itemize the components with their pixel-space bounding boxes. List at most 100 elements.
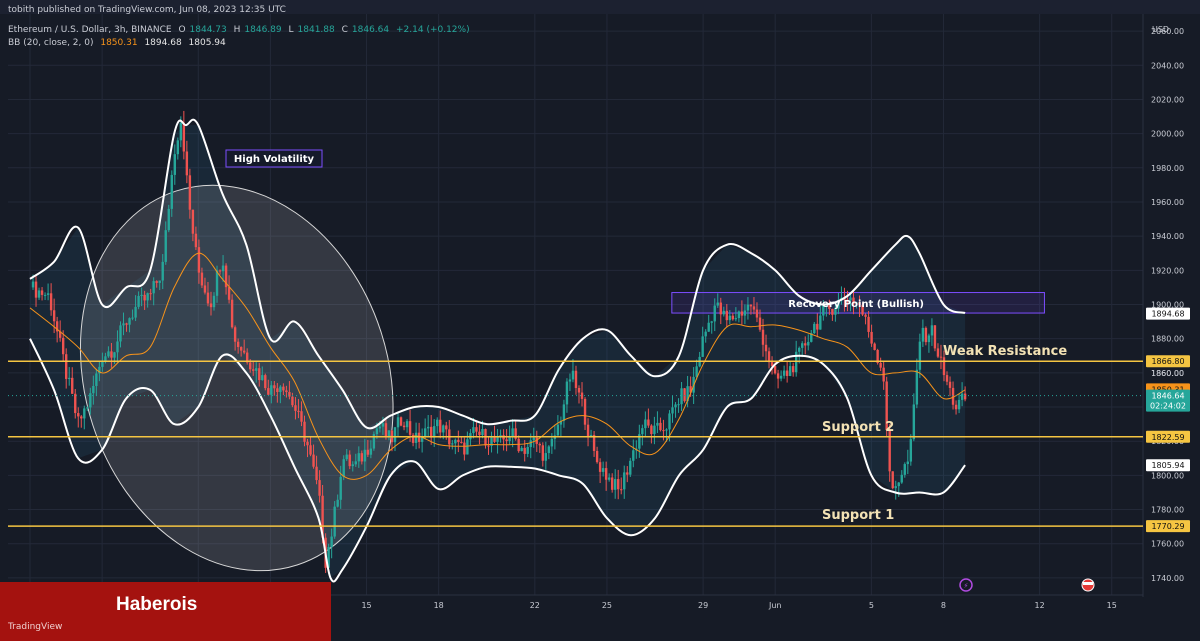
price-tag-lower: 1805.94 xyxy=(1146,459,1190,472)
x-tick-label: 15 xyxy=(1107,601,1117,610)
candle-body xyxy=(140,294,143,296)
candle-body xyxy=(547,446,551,454)
candle-body xyxy=(677,404,680,406)
candle-body xyxy=(439,419,442,433)
candle-body xyxy=(565,381,569,405)
price-tag-label: 1860.00 xyxy=(1151,369,1184,378)
candle-body xyxy=(626,472,629,475)
candle-body xyxy=(252,369,255,371)
candle-body xyxy=(610,477,614,490)
candle-body xyxy=(719,302,722,315)
candle-body xyxy=(83,408,86,419)
candle-body xyxy=(758,317,762,330)
candle-body xyxy=(457,439,460,443)
candle-body xyxy=(64,354,68,379)
candle-body xyxy=(80,416,83,419)
recovery-point-label: Recovery Point (Bullish) xyxy=(788,299,924,310)
x-tick-label: 5 xyxy=(869,601,874,610)
candle-body xyxy=(550,438,554,447)
candle-body xyxy=(623,472,626,490)
support-1-label: Support 1 xyxy=(822,508,894,523)
candle-body xyxy=(629,460,632,475)
symbol-line: Ethereum / U.S. Dollar, 3h, BINANCE O 184… xyxy=(8,25,474,35)
candle-body xyxy=(918,341,922,370)
candle-body xyxy=(897,482,900,487)
y-tick-label: 1740.00 xyxy=(1151,574,1184,583)
candle-body xyxy=(653,425,656,435)
candle-body xyxy=(330,536,333,547)
candle-body xyxy=(71,377,74,394)
candle-body xyxy=(306,441,309,446)
candle-body xyxy=(957,399,961,410)
candle-body xyxy=(212,295,216,308)
candle-body xyxy=(556,424,560,436)
ohlc-close-label: C xyxy=(341,25,348,35)
ohlc-low: 1841.88 xyxy=(297,25,335,35)
candle-body xyxy=(713,305,716,322)
candle-body xyxy=(68,377,71,379)
candle-body xyxy=(282,386,285,391)
candle-body xyxy=(309,445,312,455)
level-tag-label: 1866.80 xyxy=(1151,357,1184,366)
candle-body xyxy=(963,393,967,400)
candle-body xyxy=(773,366,777,374)
price-tag-countdown: 02:24:02 xyxy=(1150,402,1186,411)
candle-body xyxy=(804,343,807,346)
high-volatility-label: High Volatility xyxy=(225,149,323,168)
candle-body xyxy=(864,314,867,317)
candle-body xyxy=(276,388,279,393)
candle-body xyxy=(939,356,943,358)
candle-body xyxy=(315,466,318,481)
candle-body xyxy=(520,447,523,452)
candle-body xyxy=(185,151,189,176)
candle-body xyxy=(182,122,186,152)
candle-body xyxy=(782,370,786,376)
candle-body xyxy=(333,506,336,537)
candle-body xyxy=(725,310,729,321)
x-tick-label: 8 xyxy=(941,601,946,610)
candle-body xyxy=(734,318,738,320)
candle-body xyxy=(798,347,801,352)
candle-body xyxy=(342,459,345,477)
candle-body xyxy=(532,437,535,441)
candle-body xyxy=(915,369,919,405)
candle-body xyxy=(562,404,566,421)
candle-body xyxy=(89,393,92,408)
candle-body xyxy=(61,337,65,355)
candle-body xyxy=(300,411,303,422)
candle-body xyxy=(463,442,466,455)
candle-body xyxy=(801,343,804,348)
y-tick-label: 2040.00 xyxy=(1151,61,1184,70)
candle-body xyxy=(945,375,949,382)
bb-upper-value: 1894.68 xyxy=(144,38,182,48)
candle-body xyxy=(381,423,385,427)
candle-body xyxy=(312,454,315,467)
bb-label: BB (20, close, 2, 0) xyxy=(8,38,94,48)
candle-body xyxy=(134,306,137,318)
candle-body xyxy=(668,413,671,430)
candle-body xyxy=(218,270,222,272)
weak-resistance-label: Weak Resistance xyxy=(943,344,1067,359)
candle-body xyxy=(788,366,792,376)
candle-body xyxy=(481,429,484,436)
candle-body xyxy=(423,428,427,438)
candle-body xyxy=(936,348,940,357)
candle-body xyxy=(873,343,876,350)
candle-body xyxy=(870,331,873,344)
candle-body xyxy=(191,209,195,234)
candle-body xyxy=(538,443,541,446)
lightning-icon-glyph: ⚡ xyxy=(964,582,969,590)
ohlc-open: 1844.73 xyxy=(189,25,227,35)
candle-body xyxy=(574,370,578,388)
candle-body xyxy=(378,426,382,429)
candle-body xyxy=(737,311,741,319)
price-chart[interactable]: USD1740.001760.001780.001800.001820.0018… xyxy=(0,0,1200,641)
price-tag-upper: 1894.68 xyxy=(1146,307,1190,320)
candle-body xyxy=(921,327,925,342)
candle-body xyxy=(155,281,158,283)
candle-body xyxy=(408,421,412,435)
candle-body xyxy=(819,315,822,330)
candle-body xyxy=(746,304,750,311)
candle-body xyxy=(604,468,608,480)
us-flag-event-icon xyxy=(1081,578,1095,592)
